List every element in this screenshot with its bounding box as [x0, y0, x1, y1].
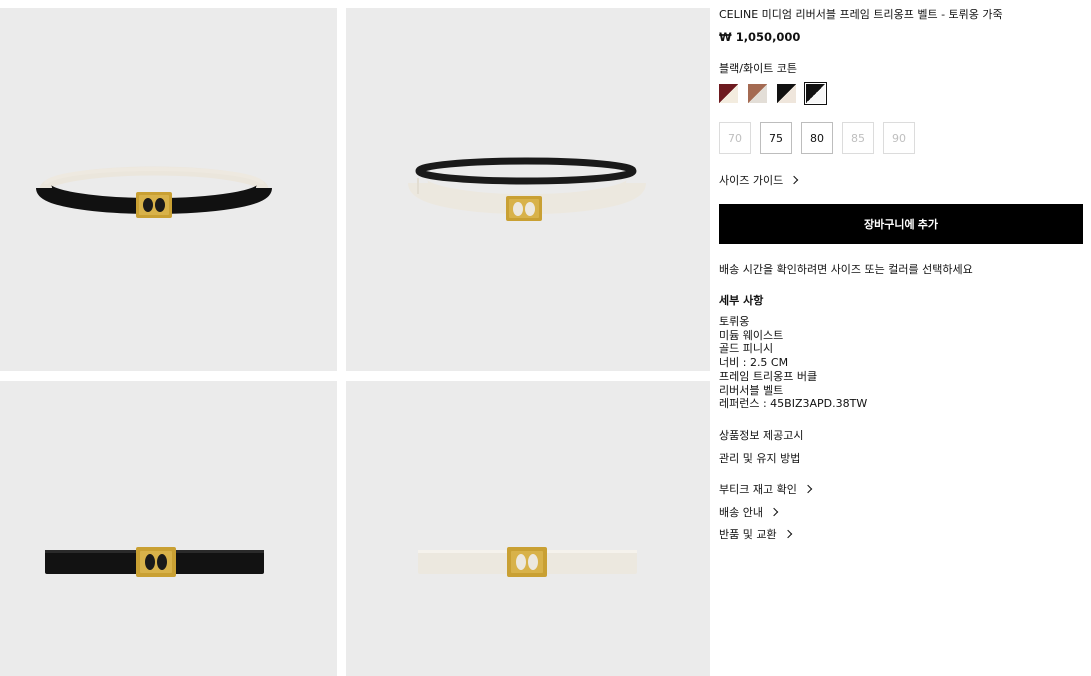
care-instructions-link[interactable]: 관리 및 유지 방법 — [719, 450, 800, 466]
add-to-cart-button[interactable]: 장바구니에 추가 — [719, 204, 1083, 244]
belt-image-white-flat — [418, 547, 637, 577]
returns-label: 반품 및 교환 — [719, 528, 777, 541]
size-guide-link[interactable]: 사이즈 가이드 — [719, 172, 799, 188]
chevron-right-icon — [789, 175, 799, 185]
detail-line: 토뤼옹 — [719, 315, 750, 328]
returns-link[interactable]: 반품 및 교환 — [719, 526, 792, 542]
size-option-90[interactable]: 90 — [883, 122, 915, 154]
color-swatch-burgundy-cream[interactable] — [719, 84, 738, 103]
boutique-stock-link[interactable]: 부티크 재고 확인 — [719, 481, 813, 497]
shipping-info-link[interactable]: 배송 안내 — [719, 504, 779, 520]
boutique-stock-label: 부티크 재고 확인 — [719, 483, 797, 496]
product-image-4[interactable] — [346, 381, 710, 676]
size-guide-label: 사이즈 가이드 — [719, 174, 784, 187]
color-swatches — [719, 82, 827, 105]
color-swatch-black-white[interactable] — [804, 82, 827, 105]
color-swatch-black-cream[interactable] — [777, 84, 796, 103]
product-title: CELINE 미디엄 리버서블 프레임 트리옹프 벨트 - 토뤼옹 가죽 — [719, 8, 1003, 21]
detail-line: 리버서블 벨트 — [719, 383, 784, 397]
chevron-right-icon — [783, 529, 792, 539]
details-list: 토뤼옹 미듐 웨이스트 골드 피니시 너비 : 2.5 CM 프레임 트리옹프 … — [719, 315, 867, 411]
chevron-right-icon — [803, 484, 813, 494]
selected-color-name: 블랙/화이트 코튼 — [719, 62, 798, 75]
detail-line: 골드 피니시 — [719, 342, 774, 356]
belt-image-black-flat — [45, 547, 264, 577]
product-info-notice-link[interactable]: 상품정보 제공고시 — [719, 427, 803, 443]
size-option-85[interactable]: 85 — [842, 122, 874, 154]
belt-image-black-coiled — [36, 166, 272, 218]
detail-line: 프레임 트리옹프 버클 — [719, 369, 818, 383]
size-option-70[interactable]: 70 — [719, 122, 751, 154]
delivery-note: 배송 시간을 확인하려면 사이즈 또는 컬러를 선택하세요 — [719, 263, 973, 276]
belt-image-white-coiled — [408, 157, 646, 221]
detail-line: 레퍼런스 : 45BIZ3APD.38TW — [719, 397, 868, 411]
product-image-2[interactable] — [346, 8, 710, 371]
size-option-80[interactable]: 80 — [801, 122, 833, 154]
detail-line: 미듐 웨이스트 — [719, 328, 784, 342]
product-image-1[interactable] — [0, 8, 337, 371]
color-swatch-tan-grey[interactable] — [748, 84, 767, 103]
details-heading: 세부 사항 — [719, 294, 764, 307]
shipping-info-label: 배송 안내 — [719, 506, 763, 519]
size-selector: 70 75 80 85 90 — [719, 122, 915, 154]
product-image-3[interactable] — [0, 381, 337, 676]
chevron-right-icon — [769, 507, 779, 517]
product-price: ₩ 1,050,000 — [719, 30, 801, 44]
size-option-75[interactable]: 75 — [760, 122, 792, 154]
detail-line: 너비 : 2.5 CM — [719, 356, 789, 370]
